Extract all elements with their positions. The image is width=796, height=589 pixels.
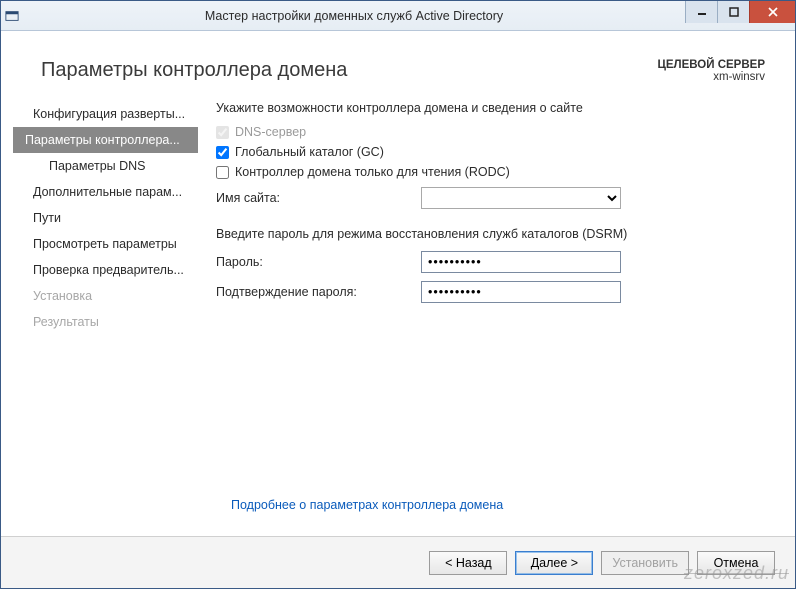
window-title: Мастер настройки доменных служб Active D… xyxy=(23,9,685,23)
target-server-label: ЦЕЛЕВОЙ СЕРВЕР xyxy=(657,59,765,71)
global-catalog-label: Глобальный каталог (GC) xyxy=(235,145,384,159)
target-server-name: xm-winsrv xyxy=(657,71,765,83)
global-catalog-row: Глобальный каталог (GC) xyxy=(216,145,761,159)
nav-step-0[interactable]: Конфигурация разверты... xyxy=(13,101,198,127)
footer: < Назад Далее > Установить Отмена xyxy=(1,536,795,588)
close-button[interactable] xyxy=(749,1,795,23)
dsrm-instruction: Введите пароль для режима восстановления… xyxy=(216,227,761,241)
site-name-select[interactable] xyxy=(421,187,621,209)
nav-step-6[interactable]: Проверка предваритель... xyxy=(13,257,198,283)
learn-more-link[interactable]: Подробнее о параметрах контроллера домен… xyxy=(231,498,503,512)
password-input[interactable] xyxy=(421,251,621,273)
confirm-password-input[interactable] xyxy=(421,281,621,303)
site-name-row: Имя сайта: xyxy=(216,187,761,209)
cancel-button[interactable]: Отмена xyxy=(697,551,775,575)
capabilities-instruction: Укажите возможности контроллера домена и… xyxy=(216,101,761,115)
app-icon xyxy=(1,9,23,23)
maximize-button[interactable] xyxy=(717,1,749,23)
back-button[interactable]: < Назад xyxy=(429,551,507,575)
password-row: Пароль: xyxy=(216,251,761,273)
next-button[interactable]: Далее > xyxy=(515,551,593,575)
nav-step-7: Установка xyxy=(13,283,198,309)
nav-step-1[interactable]: Параметры контроллера... xyxy=(13,127,198,153)
confirm-password-row: Подтверждение пароля: xyxy=(216,281,761,303)
nav-step-3[interactable]: Дополнительные парам... xyxy=(13,179,198,205)
site-name-label: Имя сайта: xyxy=(216,191,421,205)
nav-step-8: Результаты xyxy=(13,309,198,335)
wizard-window: Мастер настройки доменных служб Active D… xyxy=(0,0,796,589)
nav-step-5[interactable]: Просмотреть параметры xyxy=(13,231,198,257)
window-buttons xyxy=(685,1,795,30)
dns-server-row: DNS-сервер xyxy=(216,125,761,139)
password-label: Пароль: xyxy=(216,255,421,269)
content-panel: Укажите возможности контроллера домена и… xyxy=(198,97,783,536)
minimize-button[interactable] xyxy=(685,1,717,23)
confirm-password-label: Подтверждение пароля: xyxy=(216,285,421,299)
install-button: Установить xyxy=(601,551,689,575)
dns-server-checkbox xyxy=(216,126,229,139)
global-catalog-checkbox[interactable] xyxy=(216,146,229,159)
rodc-checkbox[interactable] xyxy=(216,166,229,179)
wizard-nav: Конфигурация разверты...Параметры контро… xyxy=(13,97,198,536)
nav-step-2[interactable]: Параметры DNS xyxy=(13,153,198,179)
body: Конфигурация разверты...Параметры контро… xyxy=(1,97,795,536)
dns-server-label: DNS-сервер xyxy=(235,125,306,139)
learn-more-block: Подробнее о параметрах контроллера домен… xyxy=(231,498,503,512)
titlebar: Мастер настройки доменных служб Active D… xyxy=(1,1,795,31)
page-heading: Параметры контроллера домена xyxy=(41,59,347,82)
rodc-label: Контроллер домена только для чтения (ROD… xyxy=(235,165,510,179)
nav-step-4[interactable]: Пути xyxy=(13,205,198,231)
target-server-block: ЦЕЛЕВОЙ СЕРВЕР xm-winsrv xyxy=(657,59,765,83)
header: Параметры контроллера домена ЦЕЛЕВОЙ СЕР… xyxy=(1,31,795,97)
rodc-row: Контроллер домена только для чтения (ROD… xyxy=(216,165,761,179)
